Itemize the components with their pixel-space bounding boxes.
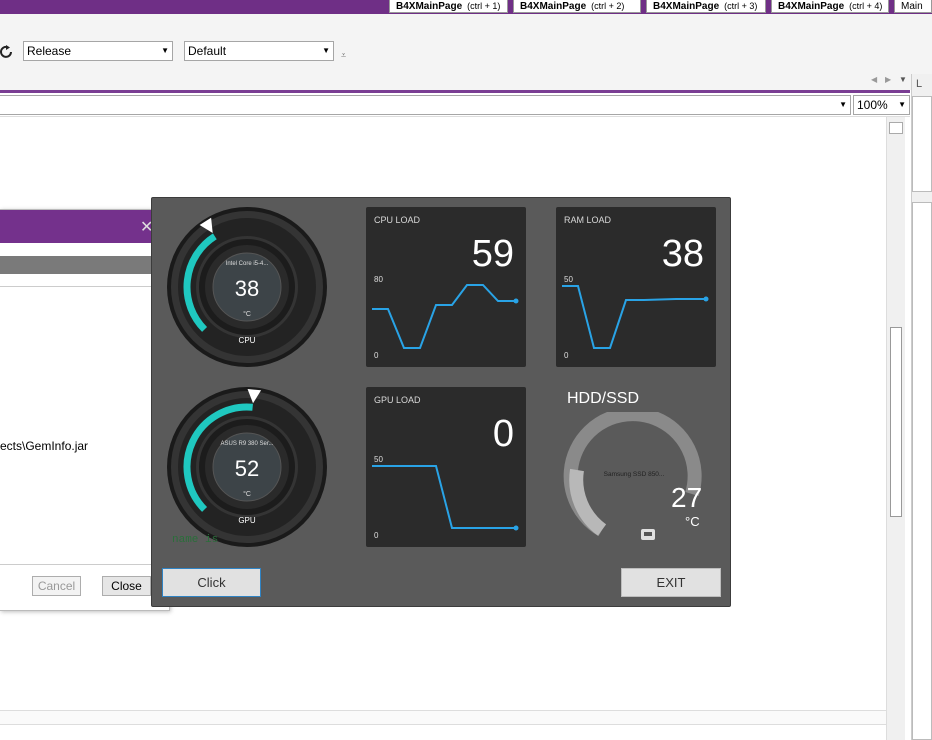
compile-dialog: ✕ ects\GemInfo.jar Cancel Close — [0, 209, 170, 611]
cancel-button[interactable]: Cancel — [32, 576, 81, 596]
right-panel-list — [912, 202, 932, 740]
build-config-value: Release — [27, 44, 72, 58]
hdd-temp-unit: °C — [685, 514, 700, 529]
horizontal-scrollbar[interactable] — [0, 710, 886, 725]
scroll-up-button[interactable] — [889, 122, 903, 134]
toolbar-overflow-icon[interactable]: ⩡ — [341, 50, 346, 61]
hdd-temp-value: 27 — [671, 482, 703, 513]
gpu-temp-gauge: ASUS R9 380 Ser... 52 °C GPU — [167, 387, 327, 547]
cpu-temp-gauge: Intel Core i5-4... 38 °C CPU — [167, 207, 327, 367]
vertical-scrollbar[interactable] — [886, 117, 905, 740]
gem-info-window: Intel Core i5-4... 38 °C CPU ASUS R9 380… — [151, 197, 731, 607]
toolbar: Release ▼ Default ▼ ⩡ ◀ ▶ ▼ — [0, 14, 932, 90]
build-config-select[interactable]: Release ▼ — [23, 41, 173, 61]
divider — [0, 286, 169, 287]
cpu-load-panel: CPU LOAD 59 80 0 — [366, 207, 526, 367]
quick-tab-1[interactable]: B4XMainPage (ctrl + 1) — [389, 0, 508, 13]
cpu-gauge-label: CPU — [239, 336, 256, 345]
member-select[interactable]: ▼ — [0, 95, 851, 115]
chevron-down-icon: ▼ — [898, 100, 906, 109]
quick-tab-name: B4XMainPage — [778, 1, 845, 12]
gpu-load-panel: GPU LOAD 0 50 0 — [366, 387, 526, 547]
zoom-select[interactable]: 100% ▼ — [853, 95, 910, 115]
quick-tab-name: B4XMainPage — [653, 1, 720, 12]
scrollbar-thumb[interactable] — [890, 327, 902, 517]
code-snippet-text: name is — [172, 534, 219, 546]
quick-tab-shortcut: (ctrl + 1) — [467, 1, 501, 11]
tab-list-icon[interactable]: ▼ — [899, 75, 907, 84]
quick-tab-shortcut: (ctrl + 2) — [591, 1, 625, 11]
hdd-device-name: Samsung SSD 850... — [604, 471, 665, 478]
output-path-text: ects\GemInfo.jar — [0, 439, 89, 453]
cpu-load-sparkline — [372, 284, 519, 349]
exit-button[interactable]: EXIT — [621, 568, 721, 597]
scroll-right-icon[interactable]: ▶ — [885, 75, 891, 84]
quick-tab-shortcut: (ctrl + 3) — [724, 1, 758, 11]
click-button[interactable]: Click — [162, 568, 261, 597]
quick-tab-5[interactable]: Main — [894, 0, 932, 13]
zoom-value: 100% — [857, 98, 888, 112]
quick-tab-4[interactable]: B4XMainPage (ctrl + 4) — [771, 0, 889, 13]
progress-bar — [0, 256, 155, 274]
quick-tab-shortcut: (ctrl + 4) — [849, 1, 883, 11]
dialog-titlebar: ✕ — [0, 210, 169, 243]
cpu-device-name: Intel Core i5-4... — [226, 261, 269, 267]
refresh-icon[interactable] — [0, 45, 14, 59]
right-panel-box — [912, 96, 932, 192]
right-panel-label: L — [916, 78, 923, 90]
chevron-down-icon: ▼ — [322, 46, 330, 55]
ram-load-panel: RAM LOAD 38 50 0 — [556, 207, 716, 367]
quick-tab-2[interactable]: B4XMainPage (ctrl + 2) — [513, 0, 641, 13]
gpu-load-sparkline — [372, 465, 519, 531]
quick-tab-name: B4XMainPage — [520, 1, 587, 12]
scroll-left-icon[interactable]: ◀ — [871, 75, 877, 84]
chevron-down-icon: ▼ — [161, 46, 169, 55]
ram-load-sparkline — [562, 285, 709, 349]
divider — [0, 116, 910, 117]
quick-tab-name: B4XMainPage — [396, 1, 463, 12]
cpu-temp-value: 38 — [235, 276, 259, 301]
gpu-temp-value: 52 — [235, 456, 259, 481]
device-config-select[interactable]: Default ▼ — [184, 41, 334, 61]
quick-tab-3[interactable]: B4XMainPage (ctrl + 3) — [646, 0, 766, 13]
chevron-down-icon: ▼ — [839, 100, 847, 109]
title-strip: B4XMainPage (ctrl + 1) B4XMainPage (ctrl +… — [0, 0, 932, 14]
right-panel: L — [911, 74, 932, 740]
quick-tab-name: Main — [901, 1, 923, 12]
gpu-device-name: ASUS R9 380 Ser... — [220, 441, 273, 447]
device-config-value: Default — [188, 44, 227, 58]
gpu-temp-unit: °C — [243, 490, 251, 498]
close-button[interactable]: Close — [102, 576, 151, 596]
hdd-title: HDD/SSD — [567, 390, 640, 407]
divider — [0, 564, 169, 565]
gpu-gauge-label: GPU — [238, 516, 256, 525]
cpu-temp-unit: °C — [243, 310, 251, 318]
